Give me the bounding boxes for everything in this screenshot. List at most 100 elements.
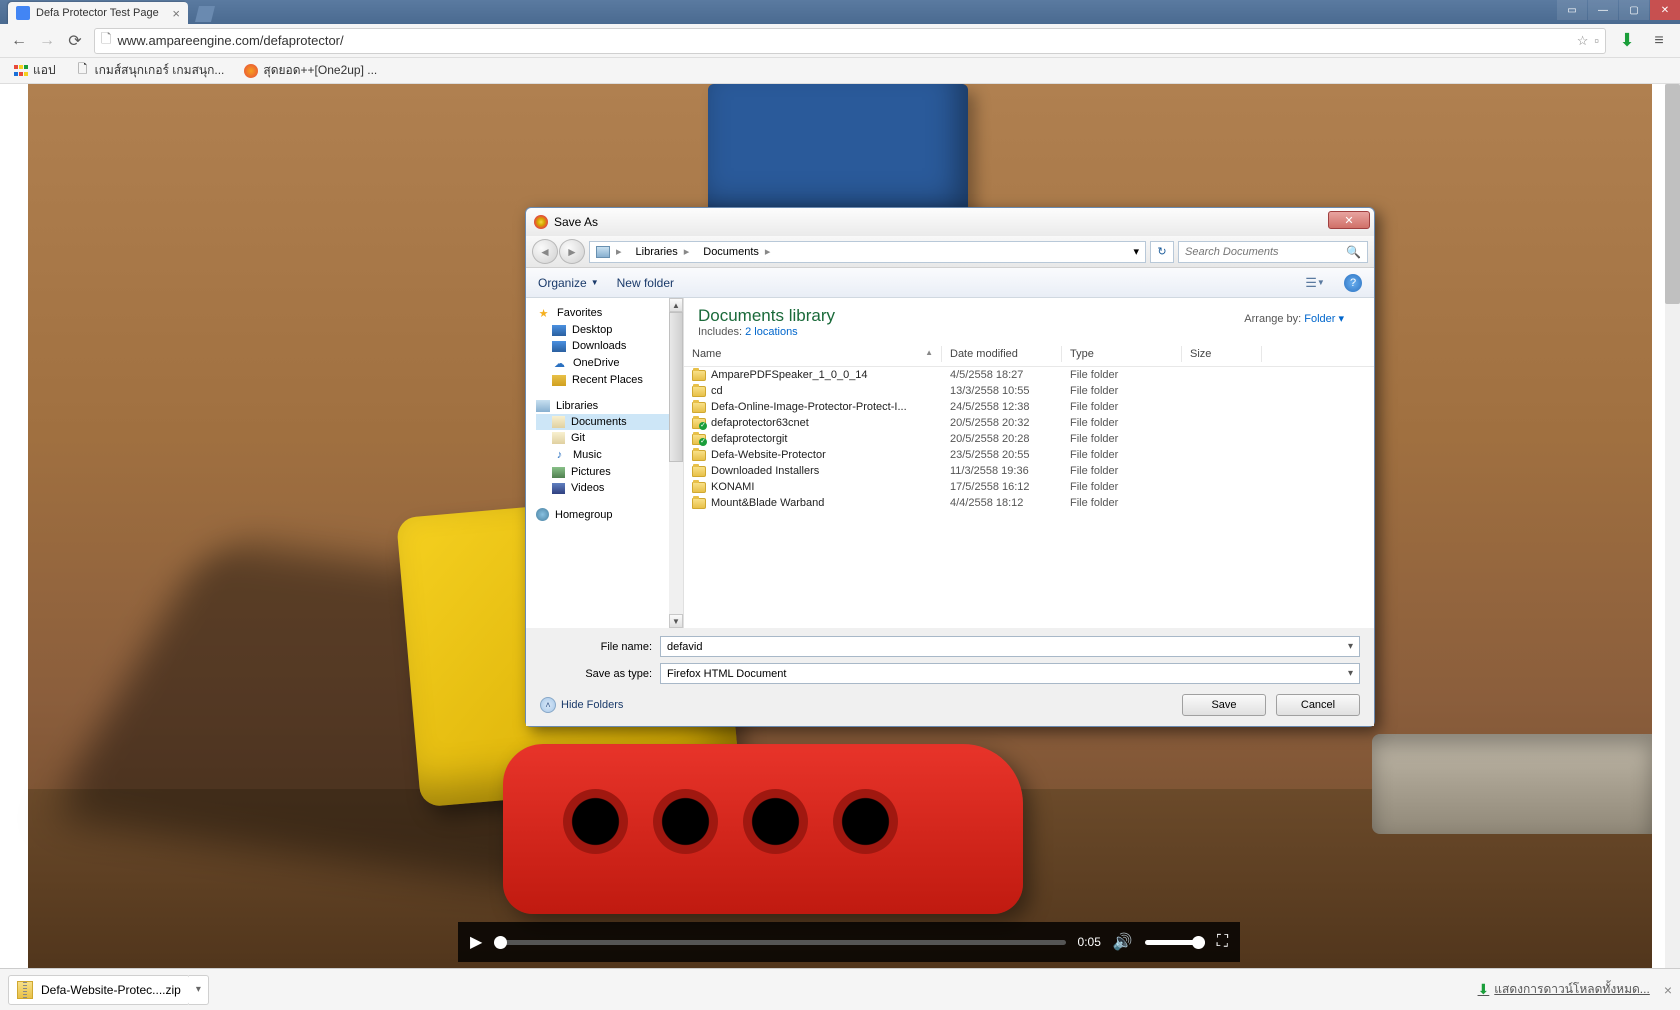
organize-button[interactable]: Organize ▼	[538, 276, 599, 290]
folder-icon	[692, 418, 706, 429]
sidebar-favorites-header[interactable]: ★Favorites	[536, 304, 683, 322]
download-bar-close-icon[interactable]: ×	[1664, 982, 1672, 998]
breadcrumb[interactable]: ▸ Libraries▸ Documents▸ ▾	[589, 241, 1146, 263]
volume-slider[interactable]	[1145, 940, 1205, 945]
cancel-button[interactable]: Cancel	[1276, 694, 1360, 716]
folder-icon	[692, 466, 706, 477]
tab-strip: Defa Protector Test Page × ▭ — ▢ ✕	[0, 0, 1680, 24]
device-icon[interactable]: ▫	[1594, 33, 1599, 48]
back-button[interactable]: ←	[10, 32, 28, 50]
table-row[interactable]: defaprotector63cnet20/5/2558 20:32File f…	[684, 415, 1374, 431]
file-size	[1182, 464, 1262, 478]
window-minimize-button[interactable]: —	[1588, 0, 1618, 20]
download-filename: Defa-Website-Protec....zip	[41, 983, 181, 997]
star-icon[interactable]: ☆	[1577, 33, 1589, 49]
column-type[interactable]: Type	[1062, 346, 1182, 362]
folder-icon	[692, 498, 706, 509]
table-row[interactable]: AmparePDFSpeaker_1_0_0_144/5/2558 18:27F…	[684, 367, 1374, 383]
filetype-dropdown[interactable]: Firefox HTML Document	[660, 663, 1360, 684]
table-row[interactable]: Defa-Website-Protector23/5/2558 20:55Fil…	[684, 447, 1374, 463]
breadcrumb-segment[interactable]: Documents▸	[697, 242, 778, 262]
zip-icon	[17, 981, 33, 999]
file-name-text: KONAMI	[711, 481, 754, 493]
nav-forward-button[interactable]: ►	[559, 239, 585, 264]
file-size	[1182, 368, 1262, 382]
folder-icon	[692, 434, 706, 445]
mute-button[interactable]: 🔊	[1113, 932, 1133, 952]
tab-close-icon[interactable]: ×	[172, 6, 180, 21]
sidebar-item-desktop[interactable]: Desktop	[536, 322, 683, 338]
browser-tab[interactable]: Defa Protector Test Page ×	[8, 2, 188, 24]
column-name[interactable]: Name ▲	[684, 346, 942, 362]
show-all-downloads-link[interactable]: ⬇ แสดงการดาวน์โหลดทั้งหมด...	[1478, 980, 1650, 999]
hide-folders-button[interactable]: ˄ Hide Folders	[540, 697, 623, 713]
table-row[interactable]: Defa-Online-Image-Protector-Protect-I...…	[684, 399, 1374, 415]
filename-input[interactable]: defavid	[660, 636, 1360, 657]
address-field-wrap[interactable]: 🗋 ☆ ▫	[94, 28, 1606, 54]
sidebar-item-pictures[interactable]: Pictures	[536, 464, 683, 480]
download-item-menu[interactable]: ▾	[189, 975, 209, 1005]
filetype-label: Save as type:	[540, 668, 660, 680]
new-tab-button[interactable]	[195, 6, 215, 22]
sidebar-item-videos[interactable]: Videos	[536, 480, 683, 496]
dialog-close-button[interactable]: ✕	[1328, 211, 1370, 229]
bookmark-item[interactable]: 🗋 เกมส์สนุกเกอร์ เกมสนุก...	[70, 58, 231, 83]
help-button[interactable]: ?	[1344, 274, 1362, 292]
apps-bookmark[interactable]: แอป	[8, 58, 62, 83]
fullscreen-button[interactable]: ⛶	[1217, 933, 1228, 951]
dialog-titlebar[interactable]: Save As ✕	[526, 208, 1374, 236]
window-close-button[interactable]: ✕	[1650, 0, 1680, 20]
download-ext-icon[interactable]: ⬇	[1616, 30, 1638, 52]
file-date: 13/3/2558 10:55	[942, 384, 1062, 398]
file-name-text: Defa-Website-Protector	[711, 449, 826, 461]
sidebar-scrollbar[interactable]: ▲▼	[669, 298, 683, 628]
refresh-button[interactable]: ↻	[1150, 241, 1174, 263]
reload-button[interactable]: ⟳	[66, 32, 84, 50]
sidebar-item-git[interactable]: Git	[536, 430, 683, 446]
dialog-body: ★Favorites Desktop Downloads ☁OneDrive R…	[526, 298, 1374, 628]
table-row[interactable]: Downloaded Installers11/3/2558 19:36File…	[684, 463, 1374, 479]
window-user-icon[interactable]: ▭	[1557, 0, 1587, 20]
table-row[interactable]: KONAMI17/5/2558 16:12File folder	[684, 479, 1374, 495]
page-scrollbar[interactable]	[1665, 84, 1680, 968]
nav-back-button[interactable]: ◄	[532, 239, 558, 264]
download-item[interactable]: Defa-Website-Protec....zip	[8, 975, 190, 1005]
sidebar-item-onedrive[interactable]: ☁OneDrive	[536, 354, 683, 372]
column-size[interactable]: Size	[1182, 346, 1262, 362]
table-row[interactable]: Mount&Blade Warband4/4/2558 18:12File fo…	[684, 495, 1374, 511]
table-row[interactable]: defaprotectorgit20/5/2558 20:28File fold…	[684, 431, 1374, 447]
play-button[interactable]: ▶	[470, 932, 482, 952]
breadcrumb-root[interactable]: ▸	[590, 242, 630, 262]
search-box[interactable]: 🔍	[1178, 241, 1368, 263]
bookmark-item[interactable]: สุดยอด++[One2up] ...	[238, 58, 383, 83]
tab-favicon	[16, 6, 30, 20]
locations-link[interactable]: 2 locations	[745, 326, 798, 338]
search-icon[interactable]: 🔍	[1346, 245, 1361, 259]
breadcrumb-dropdown[interactable]: ▾	[1127, 242, 1145, 262]
sidebar-homegroup-header[interactable]: Homegroup	[536, 506, 683, 523]
breadcrumb-segment[interactable]: Libraries▸	[630, 242, 698, 262]
address-bar: ← → ⟳ 🗋 ☆ ▫ ⬇ ≡	[0, 24, 1680, 58]
tab-title: Defa Protector Test Page	[36, 7, 159, 19]
search-input[interactable]	[1185, 246, 1342, 258]
sidebar-item-documents[interactable]: Documents	[536, 414, 683, 430]
file-size	[1182, 496, 1262, 510]
sidebar-item-recent[interactable]: Recent Places	[536, 372, 683, 388]
save-button[interactable]: Save	[1182, 694, 1266, 716]
menu-icon[interactable]: ≡	[1648, 30, 1670, 52]
sidebar-item-downloads[interactable]: Downloads	[536, 338, 683, 354]
seek-slider[interactable]	[494, 940, 1065, 945]
arrange-dropdown[interactable]: Folder ▾	[1304, 313, 1344, 325]
sidebar-item-music[interactable]: ♪Music	[536, 446, 683, 464]
sidebar-libraries-header[interactable]: Libraries	[536, 398, 683, 414]
address-field[interactable]	[117, 33, 1570, 48]
file-date: 20/5/2558 20:28	[942, 432, 1062, 446]
new-folder-button[interactable]: New folder	[617, 276, 674, 290]
apps-icon	[14, 64, 28, 78]
column-date[interactable]: Date modified	[942, 346, 1062, 362]
folder-icon	[692, 386, 706, 397]
view-mode-button[interactable]: ☰ ▼	[1304, 273, 1326, 293]
window-maximize-button[interactable]: ▢	[1619, 0, 1649, 20]
forward-button[interactable]: →	[38, 32, 56, 50]
table-row[interactable]: cd13/3/2558 10:55File folder	[684, 383, 1374, 399]
